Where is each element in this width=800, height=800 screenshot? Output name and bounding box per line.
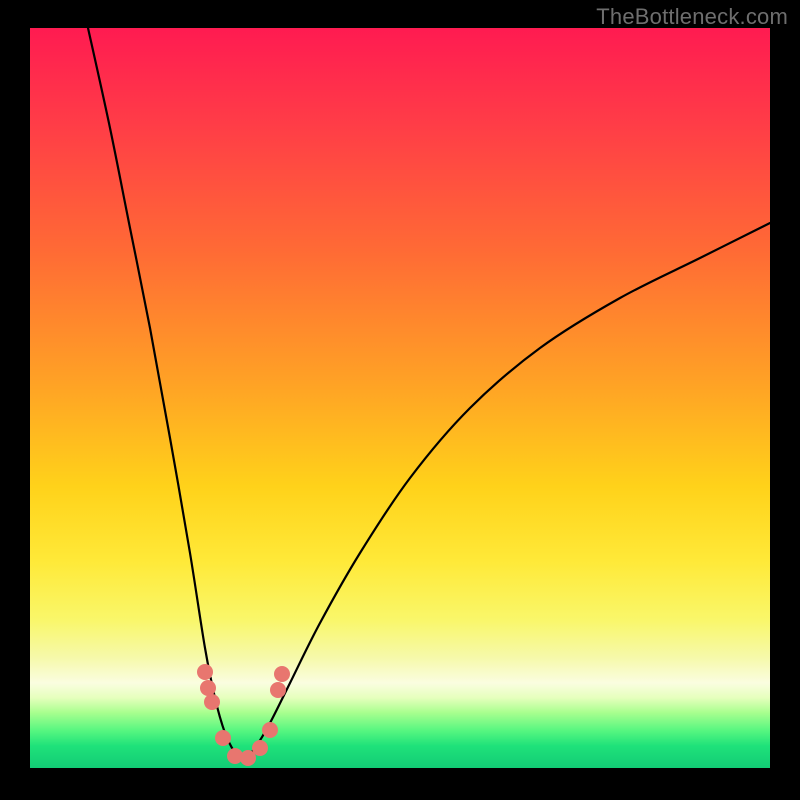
data-marker [215,730,231,746]
figure-root: TheBottleneck.com [0,0,800,800]
data-marker [262,722,278,738]
data-marker [274,666,290,682]
curve-right-branch [243,223,770,762]
data-marker [252,740,268,756]
curve-layer [30,28,770,768]
data-marker [200,680,216,696]
watermark-text: TheBottleneck.com [596,4,788,30]
curve-left-branch [88,28,243,762]
data-marker [270,682,286,698]
data-marker [204,694,220,710]
data-marker [197,664,213,680]
plot-area [30,28,770,768]
